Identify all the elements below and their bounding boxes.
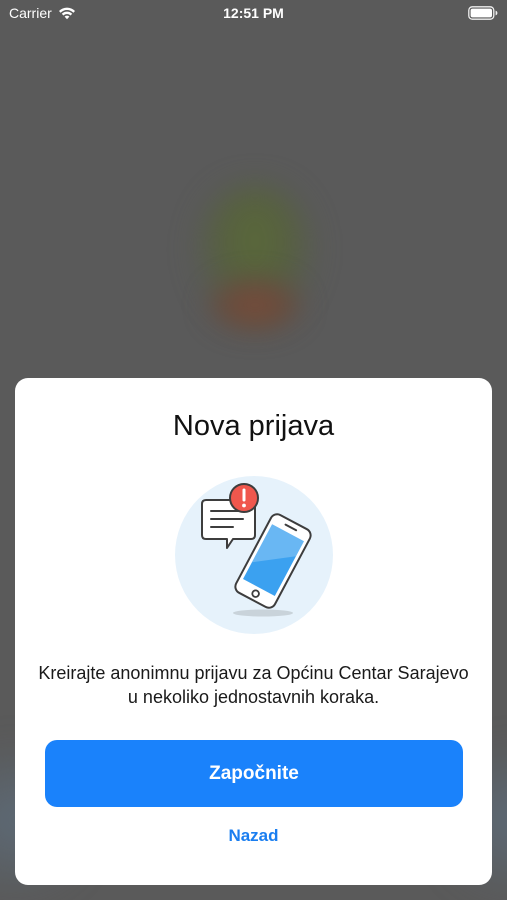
blurred-pot: [205, 275, 305, 335]
modal-title: Nova prijava: [172, 410, 335, 442]
new-report-modal: Nova prijava Kreirajte anonimnu prijavu …: [15, 378, 492, 885]
clock: 12:51 PM: [223, 5, 284, 21]
back-link[interactable]: Nazad: [15, 826, 492, 846]
start-button[interactable]: Započnite: [45, 740, 463, 807]
modal-description: Kreirajte anonimnu prijavu za Općinu Cen…: [38, 663, 469, 707]
start-button-label: Započnite: [209, 762, 299, 784]
alert-badge-icon: [229, 483, 259, 513]
status-bar: Carrier 12:51 PM: [0, 0, 507, 28]
battery-icon: [468, 6, 498, 20]
report-phone-illustration: [175, 476, 333, 634]
